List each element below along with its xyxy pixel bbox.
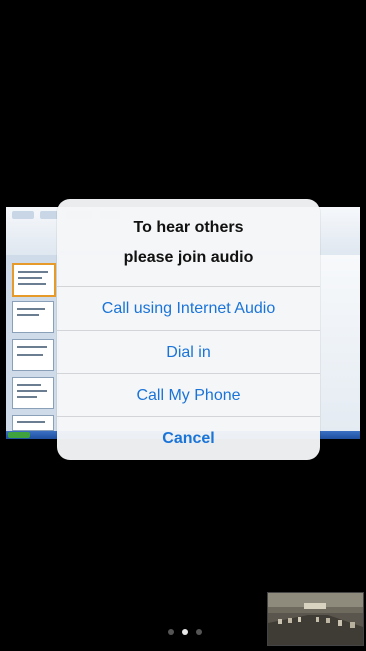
room-video-image — [268, 593, 363, 645]
shared-screen-side-panel — [320, 255, 360, 433]
cancel-button[interactable]: Cancel — [57, 416, 320, 460]
dialog-title-line1: To hear others — [133, 218, 244, 236]
page-dot[interactable] — [196, 629, 202, 635]
call-my-phone-button[interactable]: Call My Phone — [57, 373, 320, 417]
page-dot[interactable] — [168, 629, 174, 635]
dial-in-button[interactable]: Dial in — [57, 330, 320, 374]
shared-screen-slide-thumbnails — [6, 255, 59, 433]
page-dot-active[interactable] — [182, 629, 188, 635]
call-internet-audio-button[interactable]: Call using Internet Audio — [57, 286, 320, 330]
page-indicator[interactable] — [168, 629, 202, 637]
dialog-title: To hear others please join audio — [57, 199, 320, 286]
join-audio-dialog: To hear others please join audio Call us… — [57, 199, 320, 460]
dialog-title-line2: please join audio — [123, 248, 254, 266]
participant-video-thumbnail[interactable] — [267, 592, 364, 646]
